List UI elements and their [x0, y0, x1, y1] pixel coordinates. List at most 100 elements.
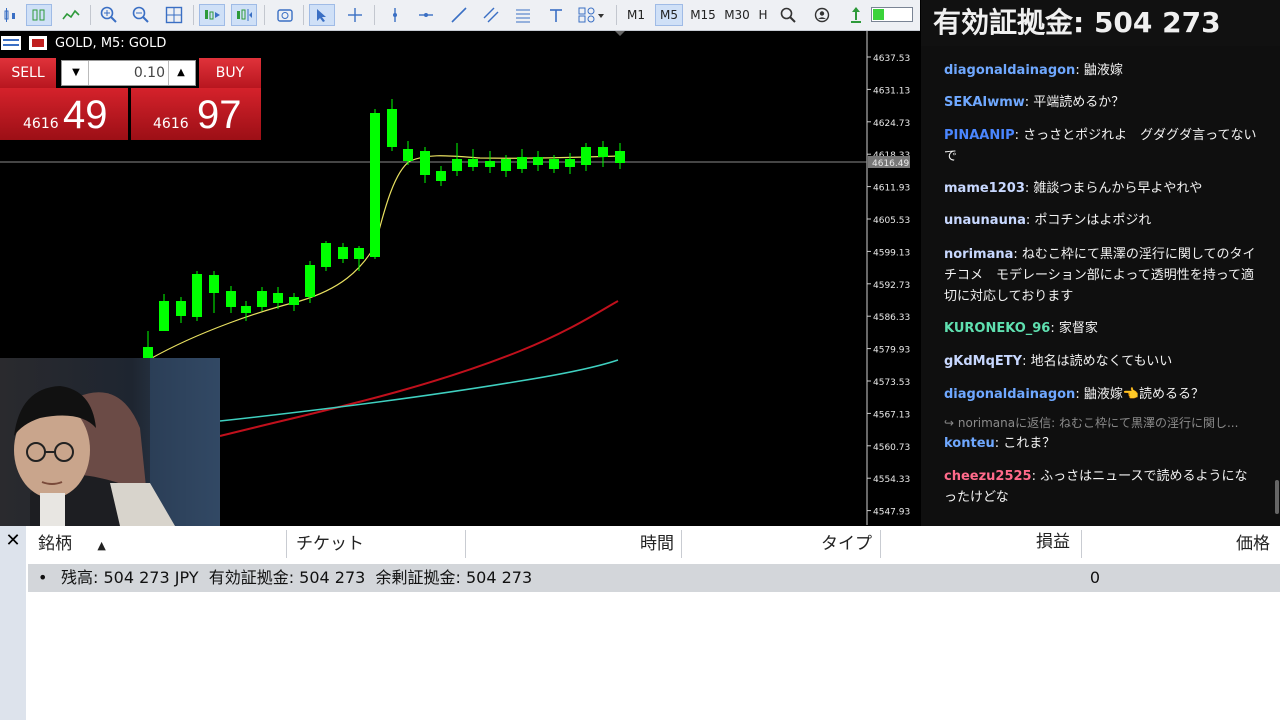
screenshot-icon[interactable] [273, 4, 297, 26]
chat-message: diagonaldainagon: 鼬液嫁 [944, 63, 1123, 78]
close-icon[interactable]: ✕ [4, 532, 22, 550]
sell-price[interactable]: 4616 49 [0, 88, 128, 140]
moving-average-red [219, 300, 619, 437]
column-symbol-label: 銘柄 [38, 534, 72, 554]
volume-increase-icon[interactable]: ▲ [171, 61, 191, 85]
chat-message: gKdMqETY: 地名は読めなくてもいい [944, 354, 1173, 369]
candle-body [209, 275, 219, 293]
horizontal-line-icon[interactable] [414, 4, 438, 26]
chat-username[interactable]: konteu [944, 436, 995, 451]
chat-username[interactable]: unaunauna [944, 213, 1026, 228]
crosshair-icon[interactable] [343, 4, 367, 26]
candle-body [305, 265, 315, 297]
account-summary-row[interactable]: • 残高: 504 273 JPY 有効証拠金: 504 273 余剰証拠金: … [28, 564, 1280, 592]
buy-price-prefix: 4616 [153, 116, 189, 132]
volume-value: 0.10 [133, 65, 165, 81]
candle-body [354, 248, 364, 259]
candle-body [226, 291, 236, 307]
cursor-icon[interactable] [309, 4, 335, 26]
chat-scrollbar[interactable] [1275, 480, 1279, 514]
chart-shift-marker [615, 31, 625, 36]
reply-icon: ↪ [944, 416, 955, 430]
chat-username[interactable]: diagonaldainagon [944, 387, 1075, 402]
candle-body [289, 297, 299, 305]
column-ticket[interactable]: チケット [296, 528, 364, 560]
timeframe-m15[interactable]: M15 [687, 4, 719, 26]
channel-icon[interactable] [479, 4, 503, 26]
timeframe-m30[interactable]: M30 [721, 4, 753, 26]
chat-username[interactable]: KURONEKO_96 [944, 321, 1050, 336]
sell-button[interactable]: SELL [0, 58, 56, 88]
candle-body [581, 147, 591, 165]
chat-message: unaunauna: ポコチンはよポジれ [944, 213, 1152, 228]
candle-body [485, 161, 495, 167]
chat-message: SEKAIwmw: 平端読めるか？ [944, 95, 1125, 110]
column-symbol[interactable]: 銘柄 ▲ [38, 528, 106, 560]
vertical-line-icon[interactable] [383, 4, 407, 26]
candle-body [615, 151, 625, 163]
candle-body [321, 243, 331, 267]
price-tick-label: 4599.13 [873, 248, 910, 258]
chat-username[interactable]: cheezu2525 [944, 469, 1032, 484]
column-profit[interactable]: 損益 [990, 526, 1070, 558]
chat-username[interactable]: PINAANIP [944, 128, 1015, 143]
line-chart-icon[interactable] [58, 4, 84, 26]
equity-header: 有効証拠金: 504 273 [921, 0, 1280, 46]
fibonacci-icon[interactable] [511, 4, 535, 26]
column-time[interactable]: 時間 [600, 528, 674, 560]
moving-average-yellow [149, 155, 621, 360]
connection-status-bar [871, 7, 913, 22]
chat-message: PINAANIP: さっさとポジれよ グダグダ言ってないで [944, 128, 1257, 164]
candle-body [403, 149, 413, 161]
terminal-sidebar: ✕ [0, 526, 26, 720]
reply-indicator-text: norimanaに返信: ねむこ枠にて黒澤の淫行に関し... [957, 416, 1239, 430]
candle-body [549, 159, 559, 169]
price-tick-label: 4605.53 [873, 216, 910, 226]
price-tick-label: 4579.93 [873, 346, 910, 356]
grid-icon[interactable] [162, 4, 186, 26]
signal-icon[interactable] [845, 4, 867, 26]
buy-price[interactable]: 4616 97 [131, 88, 261, 140]
price-tick-label: 4637.53 [873, 54, 910, 64]
price-tick-label: 4560.73 [873, 443, 910, 453]
chat-text: 地名は読めなくてもいい [1030, 354, 1173, 369]
chat-text: 家督家 [1058, 321, 1098, 336]
zoom-in-icon[interactable] [97, 4, 121, 26]
column-type[interactable]: タイプ [800, 528, 872, 560]
chat-username[interactable]: norimana [944, 247, 1013, 262]
account-icon[interactable] [811, 4, 833, 26]
zoom-out-icon[interactable] [129, 4, 153, 26]
trendline-icon[interactable] [447, 4, 471, 26]
chat-username[interactable]: diagonaldainagon [944, 63, 1075, 78]
search-icon[interactable] [777, 4, 799, 26]
timeframe-m1[interactable]: M1 [623, 4, 649, 26]
chat-message: cheezu2525: ふっさはニュースで読めるようになったけどな [944, 469, 1248, 505]
sell-price-prefix: 4616 [23, 116, 59, 132]
candle-body [370, 113, 380, 257]
chat-username[interactable]: gKdMqETY [944, 354, 1022, 369]
terminal-panel: ✕ 銘柄 ▲ チケット 時間 タイプ 損益 価格 • 残高: 504 273 J… [0, 526, 1280, 720]
candle-body [565, 159, 575, 167]
buy-button[interactable]: BUY [199, 58, 261, 88]
candle-body [501, 159, 511, 171]
text-icon[interactable] [545, 4, 567, 26]
chat-username[interactable]: SEKAIwmw [944, 95, 1025, 110]
autoscroll-icon[interactable] [199, 4, 225, 26]
timeframe-m5[interactable]: M5 [655, 4, 683, 26]
candles-icon[interactable] [0, 4, 20, 26]
candle-body [517, 157, 527, 169]
bars-icon[interactable] [26, 4, 52, 26]
chart-toolbar: M1 M5 M15 M30 H [0, 0, 920, 31]
price-tick-label: 4567.13 [873, 410, 910, 420]
chat-username[interactable]: mame1203 [944, 181, 1025, 196]
candle-body [192, 274, 202, 317]
volume-decrease-icon[interactable]: ▼ [66, 61, 86, 85]
shapes-icon[interactable] [575, 4, 609, 26]
price-tick-label: 4573.53 [873, 378, 910, 388]
column-price[interactable]: 価格 [1190, 528, 1270, 560]
menu-icon[interactable] [1, 36, 21, 50]
timeframe-h[interactable]: H [757, 4, 769, 26]
chat-text: これま？ [1003, 436, 1056, 451]
chart-shift-icon[interactable] [231, 4, 257, 26]
volume-input[interactable]: ▼ 0.10 ▲ [61, 60, 196, 86]
